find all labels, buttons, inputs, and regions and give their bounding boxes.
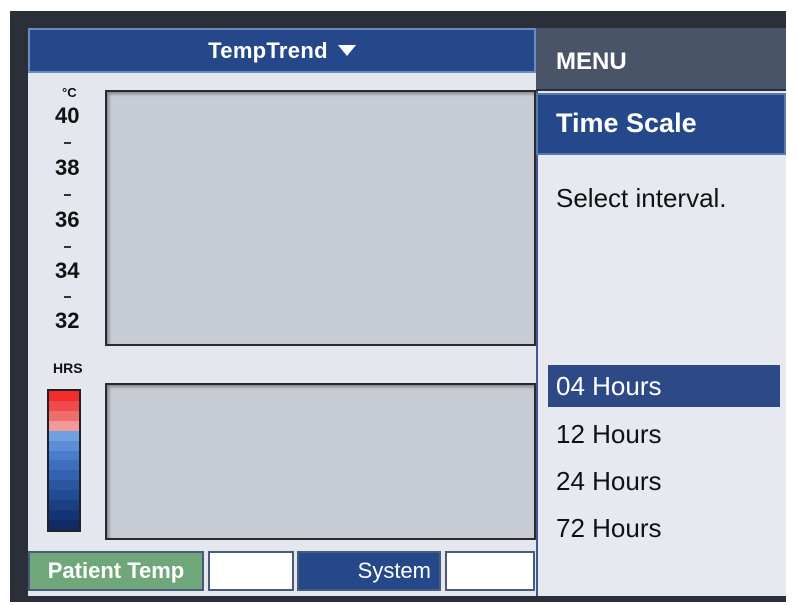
tick-label: 40: [55, 103, 80, 128]
menu-subtitle: Time Scale: [536, 93, 786, 155]
hours-trend-graph: [105, 383, 536, 540]
color-scale-segment: [49, 470, 79, 481]
temperature-trend-graph: [105, 90, 536, 346]
caret-down-icon: [337, 45, 356, 56]
color-scale-segment: [49, 391, 79, 401]
option-24-hours[interactable]: 24 Hours: [548, 460, 780, 502]
color-scale-segment: [49, 500, 79, 511]
tick-label: 36: [55, 207, 80, 232]
tab-empty[interactable]: [208, 551, 294, 591]
temptrend-dropdown[interactable]: TempTrend: [28, 28, 536, 73]
tick-dash: [64, 246, 71, 248]
option-72-hours[interactable]: 72 Hours: [548, 507, 780, 549]
tab-label: System: [357, 558, 431, 583]
option-12-hours[interactable]: 12 Hours: [548, 413, 780, 455]
color-scale-segment: [49, 460, 79, 471]
header-title: TempTrend: [208, 37, 328, 63]
tick-label: 34: [55, 258, 80, 283]
tick-dash: [64, 194, 71, 196]
color-scale-segment: [49, 510, 79, 520]
color-scale-segment: [49, 410, 79, 421]
color-scale-segment: [49, 430, 79, 441]
tick-label: 32: [55, 308, 80, 333]
color-scale-segment: [49, 440, 79, 451]
menu-title: MENU: [536, 28, 786, 91]
option-04-hours[interactable]: 04 Hours: [548, 365, 780, 407]
tab-patient-temp[interactable]: Patient Temp: [28, 551, 204, 591]
tab-label: Patient Temp: [47, 558, 185, 583]
color-scale-segment: [49, 519, 79, 530]
hours-label: HRS: [53, 360, 83, 376]
color-scale-segment: [49, 490, 79, 501]
color-scale-segment: [49, 420, 79, 431]
tab-system[interactable]: System: [297, 551, 441, 591]
tab-empty[interactable]: [445, 551, 535, 591]
color-scale-segment: [49, 480, 79, 491]
tick-dash: [64, 142, 71, 144]
scale-unit-label: °C: [62, 85, 77, 100]
tick-dash: [64, 296, 71, 298]
color-scale-segment: [49, 450, 79, 461]
color-scale-segment: [49, 400, 79, 411]
menu-prompt: Select interval.: [556, 183, 727, 213]
tick-label: 38: [55, 155, 80, 180]
color-scale-bar: [47, 389, 81, 532]
